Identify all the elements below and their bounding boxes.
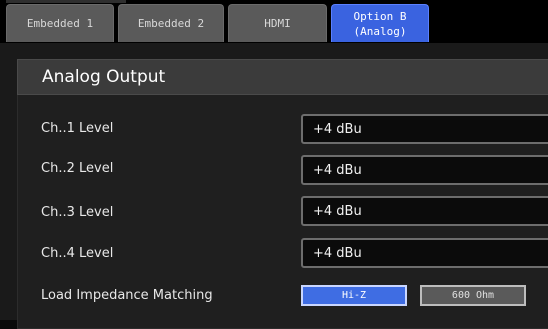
tab-embedded-1[interactable]: Embedded 1 bbox=[6, 4, 114, 42]
impedance-hi-z-button[interactable]: Hi-Z bbox=[301, 285, 407, 306]
tab-label-line2: (Analog) bbox=[353, 24, 407, 38]
tab-label-line1: Option B bbox=[353, 9, 407, 23]
600-ohm-label: 600 Ohm bbox=[451, 290, 495, 301]
panel-header: Analog Output bbox=[17, 59, 548, 95]
ch3-level-value: +4 dBu bbox=[313, 203, 362, 219]
hi-z-label: Hi-Z bbox=[341, 290, 367, 301]
panel-title: Analog Output bbox=[42, 67, 166, 87]
impedance-600-ohm-button[interactable]: 600 Ohm bbox=[420, 285, 526, 306]
ch1-level-value: +4 dBu bbox=[313, 121, 362, 137]
tab-option-b-analog[interactable]: Option B (Analog) bbox=[331, 4, 429, 42]
tab-bar-strip bbox=[6, 0, 126, 3]
ch4-level-label: Ch..4 Level bbox=[41, 246, 114, 261]
tab-label: Embedded 1 bbox=[26, 17, 94, 30]
tab-hdmi[interactable]: HDMI bbox=[228, 4, 327, 42]
tab-label: Embedded 2 bbox=[137, 17, 205, 30]
tab-embedded-2[interactable]: Embedded 2 bbox=[118, 4, 224, 42]
ch2-level-label: Ch..2 Level bbox=[41, 161, 114, 176]
tab-label: HDMI bbox=[264, 17, 291, 30]
load-impedance-label: Load Impedance Matching bbox=[41, 288, 213, 303]
ch3-level-field[interactable]: +4 dBu bbox=[301, 196, 548, 226]
tab-bar: Embedded 1 Embedded 2 HDMI Option B (Ana… bbox=[0, 0, 548, 43]
ch2-level-field[interactable]: +4 dBu bbox=[301, 155, 548, 185]
ch2-level-value: +4 dBu bbox=[313, 162, 362, 178]
ch3-level-label: Ch..3 Level bbox=[41, 205, 114, 220]
ch1-level-label: Ch..1 Level bbox=[41, 121, 114, 136]
ch4-level-value: +4 dBu bbox=[313, 245, 362, 261]
ch1-level-field[interactable]: +4 dBu bbox=[301, 114, 548, 144]
ch4-level-field[interactable]: +4 dBu bbox=[301, 238, 548, 268]
